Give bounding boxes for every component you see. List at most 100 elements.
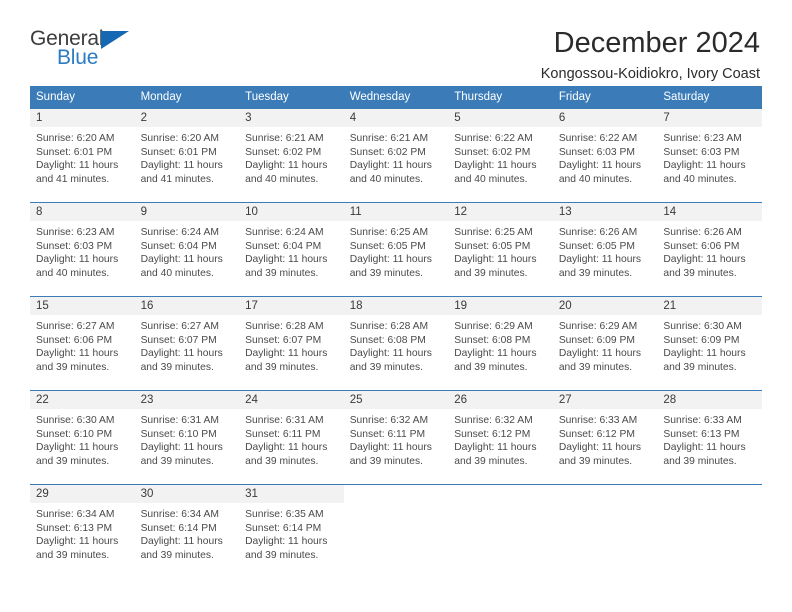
daylight-text: Daylight: 11 hours xyxy=(36,254,119,266)
calendar-day-cell[interactable]: 25 Sunrise: 6:32 AM Sunset: 6:11 PM Dayligh… xyxy=(343,390,449,475)
calendar-day-cell[interactable]: 4 Sunrise: 6:21 AM Sunset: 6:02 PM Daylight… xyxy=(343,108,449,193)
day-number: 26 xyxy=(448,391,553,409)
calendar-day-cell[interactable]: 24 Sunrise: 6:31 AM Sunset: 6:11 PM Dayligh… xyxy=(239,390,344,475)
day-number: 5 xyxy=(448,109,553,127)
day-details: Sunrise: 6:34 AM Sunset: 6:14 PM Daylight:… xyxy=(135,503,240,562)
daylight-text: and 39 minutes. xyxy=(558,267,633,279)
daylight-text: and 39 minutes. xyxy=(663,455,737,467)
calendar-day-cell[interactable]: 26 Sunrise: 6:32 AM Sunset: 6:12 PM Dayligh… xyxy=(448,390,553,475)
calendar-day-cell[interactable]: 15 Sunrise: 6:27 AM Sunset: 6:06 PM Dayligh… xyxy=(30,296,135,381)
weekday-header-monday: Monday xyxy=(134,86,240,109)
sunset-text: Sunset: 6:02 PM xyxy=(454,146,531,158)
day-details: Sunrise: 6:20 AM Sunset: 6:01 PM Daylight:… xyxy=(30,127,135,186)
calendar-day-cell[interactable]: 22 Sunrise: 6:30 AM Sunset: 6:10 PM Dayligh… xyxy=(30,390,135,475)
day-number: 30 xyxy=(134,485,240,503)
daylight-text: and 39 minutes. xyxy=(36,361,110,373)
calendar-day-cell[interactable]: 20 Sunrise: 6:29 AM Sunset: 6:09 PM Dayligh… xyxy=(552,296,658,381)
calendar-day-cell[interactable]: 27 Sunrise: 6:33 AM Sunset: 6:12 PM Dayligh… xyxy=(552,390,658,475)
daylight-text: Daylight: 11 hours xyxy=(36,442,119,454)
daylight-text: Daylight: 11 hours xyxy=(349,160,432,172)
calendar-day-cell[interactable]: 29 Sunrise: 6:34 AM Sunset: 6:13 PM Dayligh… xyxy=(30,484,135,569)
sunset-text: Sunset: 6:01 PM xyxy=(140,146,217,158)
sunrise-sunset-calendar: Sunday Monday Tuesday Wednesday Thursday… xyxy=(30,86,762,569)
daylight-text: Daylight: 11 hours xyxy=(663,348,746,360)
day-number: 24 xyxy=(239,391,344,409)
calendar-day-cell[interactable]: 5 Sunrise: 6:22 AM Sunset: 6:02 PM Daylight… xyxy=(448,108,553,193)
day-number: 16 xyxy=(134,297,240,315)
sunrise-text: Sunrise: 6:32 AM xyxy=(349,415,429,426)
sunrise-text: Sunrise: 6:30 AM xyxy=(36,415,115,426)
calendar-day-cell[interactable]: 2 Sunrise: 6:20 AM Sunset: 6:01 PM Daylight… xyxy=(134,108,240,193)
calendar-day-cell[interactable]: 7 Sunrise: 6:23 AM Sunset: 6:03 PM Daylight… xyxy=(657,108,762,193)
daylight-text: Daylight: 11 hours xyxy=(454,160,537,172)
sunrise-text: Sunrise: 6:27 AM xyxy=(36,321,115,332)
day-number: 21 xyxy=(657,297,762,315)
day-details: Sunrise: 6:33 AM Sunset: 6:12 PM Daylight:… xyxy=(553,409,658,468)
daylight-text: Daylight: 11 hours xyxy=(454,348,537,360)
daylight-text: Daylight: 11 hours xyxy=(663,442,746,454)
calendar-day-cell[interactable]: 6 Sunrise: 6:22 AM Sunset: 6:03 PM Daylight… xyxy=(552,108,658,193)
calendar-day-cell[interactable]: 28 Sunrise: 6:33 AM Sunset: 6:13 PM Dayligh… xyxy=(657,390,762,475)
sunset-text: Sunset: 6:09 PM xyxy=(663,334,740,346)
daylight-text: and 39 minutes. xyxy=(663,267,737,279)
calendar-day-cell[interactable]: 13 Sunrise: 6:26 AM Sunset: 6:05 PM Dayligh… xyxy=(552,202,658,287)
sunset-text: Sunset: 6:02 PM xyxy=(349,146,426,158)
calendar-day-cell[interactable]: 16 Sunrise: 6:27 AM Sunset: 6:07 PM Dayligh… xyxy=(134,296,240,381)
calendar-day-cell[interactable]: 8 Sunrise: 6:23 AM Sunset: 6:03 PM Daylight… xyxy=(30,202,135,287)
daylight-text: Daylight: 11 hours xyxy=(245,536,328,548)
daylight-text: Daylight: 11 hours xyxy=(36,160,119,172)
day-number: 15 xyxy=(30,297,135,315)
calendar-day-cell[interactable]: 23 Sunrise: 6:31 AM Sunset: 6:10 PM Dayligh… xyxy=(134,390,240,475)
title-block: December 2024 Kongossou-Koidiokro, Ivory… xyxy=(541,28,762,83)
day-details: Sunrise: 6:31 AM Sunset: 6:10 PM Daylight:… xyxy=(135,409,240,468)
day-number: 23 xyxy=(134,391,240,409)
daylight-text: and 39 minutes. xyxy=(349,361,423,373)
sunset-text: Sunset: 6:06 PM xyxy=(36,334,113,346)
daylight-text: and 40 minutes. xyxy=(558,173,633,185)
calendar-day-cell[interactable]: 3 Sunrise: 6:21 AM Sunset: 6:02 PM Daylight… xyxy=(239,108,344,193)
day-details: Sunrise: 6:21 AM Sunset: 6:02 PM Daylight:… xyxy=(344,127,449,186)
sunrise-text: Sunrise: 6:27 AM xyxy=(140,321,219,332)
calendar-week-row: 29 Sunrise: 6:34 AM Sunset: 6:13 PM Dayligh… xyxy=(30,484,762,569)
calendar-day-cell-empty xyxy=(552,484,658,569)
calendar-day-cell[interactable]: 9 Sunrise: 6:24 AM Sunset: 6:04 PM Daylight… xyxy=(134,202,240,287)
calendar-day-cell[interactable]: 10 Sunrise: 6:24 AM Sunset: 6:04 PM Dayligh… xyxy=(239,202,344,287)
sunrise-text: Sunrise: 6:30 AM xyxy=(663,321,742,332)
day-details: Sunrise: 6:23 AM Sunset: 6:03 PM Daylight:… xyxy=(30,221,135,280)
page-header: General Blue December 2024 Kongossou-Koi… xyxy=(30,0,762,83)
day-details: Sunrise: 6:26 AM Sunset: 6:06 PM Daylight:… xyxy=(657,221,762,280)
day-details xyxy=(657,503,762,508)
calendar-week-row: 22 Sunrise: 6:30 AM Sunset: 6:10 PM Dayligh… xyxy=(30,390,762,475)
calendar-day-cell[interactable]: 1 Sunrise: 6:20 AM Sunset: 6:01 PM Daylight… xyxy=(30,108,135,193)
day-number xyxy=(553,485,658,503)
daylight-text: and 39 minutes. xyxy=(245,267,319,279)
logo-text-blue: Blue xyxy=(57,46,99,69)
sunset-text: Sunset: 6:03 PM xyxy=(663,146,740,158)
calendar-day-cell[interactable]: 14 Sunrise: 6:26 AM Sunset: 6:06 PM Dayligh… xyxy=(657,202,762,287)
calendar-day-cell-empty xyxy=(448,484,553,569)
day-number: 1 xyxy=(30,109,135,127)
sunset-text: Sunset: 6:08 PM xyxy=(349,334,426,346)
calendar-body: 1 Sunrise: 6:20 AM Sunset: 6:01 PM Daylight… xyxy=(30,108,762,569)
day-number: 13 xyxy=(552,203,658,221)
daylight-text: Daylight: 11 hours xyxy=(36,348,119,360)
daylight-text: and 39 minutes. xyxy=(663,361,737,373)
calendar-day-cell[interactable]: 12 Sunrise: 6:25 AM Sunset: 6:05 PM Dayligh… xyxy=(448,202,553,287)
page-title: December 2024 xyxy=(553,27,760,59)
day-details: Sunrise: 6:23 AM Sunset: 6:03 PM Daylight:… xyxy=(657,127,762,186)
weekday-header-friday: Friday xyxy=(552,86,658,109)
calendar-day-cell[interactable]: 21 Sunrise: 6:30 AM Sunset: 6:09 PM Dayligh… xyxy=(657,296,762,381)
day-details: Sunrise: 6:31 AM Sunset: 6:11 PM Daylight:… xyxy=(239,409,344,468)
calendar-day-cell[interactable]: 11 Sunrise: 6:25 AM Sunset: 6:05 PM Dayligh… xyxy=(343,202,449,287)
daylight-text: Daylight: 11 hours xyxy=(663,254,746,266)
calendar-day-cell[interactable]: 30 Sunrise: 6:34 AM Sunset: 6:14 PM Dayligh… xyxy=(134,484,240,569)
calendar-day-cell[interactable]: 17 Sunrise: 6:28 AM Sunset: 6:07 PM Dayligh… xyxy=(239,296,344,381)
daylight-text: Daylight: 11 hours xyxy=(558,348,642,360)
daylight-text: and 40 minutes. xyxy=(245,173,319,185)
calendar-day-cell[interactable]: 18 Sunrise: 6:28 AM Sunset: 6:08 PM Dayligh… xyxy=(343,296,449,381)
day-details: Sunrise: 6:32 AM Sunset: 6:11 PM Daylight:… xyxy=(344,409,449,468)
calendar-day-cell[interactable]: 19 Sunrise: 6:29 AM Sunset: 6:08 PM Dayligh… xyxy=(448,296,553,381)
sunset-text: Sunset: 6:14 PM xyxy=(245,522,322,534)
sunrise-text: Sunrise: 6:34 AM xyxy=(36,509,115,520)
calendar-day-cell[interactable]: 31 Sunrise: 6:35 AM Sunset: 6:14 PM Dayligh… xyxy=(239,484,344,569)
